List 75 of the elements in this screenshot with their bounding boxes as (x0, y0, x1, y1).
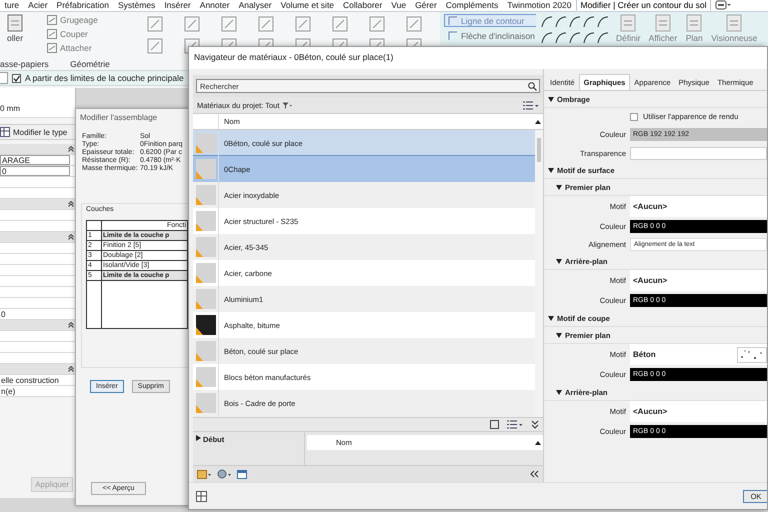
ribbon-tab[interactable]: Collaborer (338, 0, 387, 11)
collapse-arrow-icon[interactable] (556, 184, 562, 190)
property-value[interactable]: elle construction (0, 376, 59, 384)
expand-icon[interactable] (531, 420, 539, 429)
tool-icon (6, 14, 24, 32)
checkbox[interactable] (12, 74, 21, 82)
tool-button[interactable]: Couper (44, 28, 102, 40)
table-icon (0, 127, 10, 137)
collapse-icon (68, 201, 74, 207)
window-title: Navigateur de matériaux - 0Béton, coulé sur place(1) (189, 47, 767, 69)
group-label: Géométrie (70, 59, 110, 69)
ribbon-tab[interactable]: Twinmotion 2020 (502, 0, 576, 11)
checkbox-label: A partir des limites de la couche principale (25, 73, 184, 83)
group-label: asse-papiers (0, 59, 49, 69)
layout-icon[interactable] (196, 490, 207, 502)
add-material-icon[interactable] (217, 469, 231, 479)
collapse-arrow-icon[interactable] (548, 168, 554, 172)
collapse-arrow-icon[interactable] (556, 332, 562, 338)
ribbon-tab[interactable]: Vue (386, 0, 411, 11)
tool-button[interactable]: Attacher (44, 42, 102, 54)
field-value: 0 mm (0, 104, 20, 113)
tool-icon (46, 42, 58, 54)
collapse-arrow-icon[interactable] (548, 316, 554, 320)
check-icon (13, 74, 20, 82)
list-view-icon[interactable] (523, 100, 539, 110)
sort-ascending-icon (535, 120, 541, 124)
ribbon-tab[interactable]: Acier (24, 0, 52, 11)
panel-toggle-icon[interactable] (715, 0, 731, 10)
line-icon (448, 16, 458, 26)
sort-ascending-icon (535, 440, 541, 444)
tool-icon (46, 14, 58, 26)
collapse-arrow-icon[interactable] (548, 96, 554, 102)
property-value[interactable]: n(e) (0, 386, 16, 396)
property-value[interactable]: ARAGE (0, 155, 70, 165)
collapse-icon (68, 234, 74, 240)
collapse-panel-icon[interactable] (530, 470, 539, 478)
tool-toggle[interactable]: Flèche d'inclinaison (444, 29, 539, 42)
tool-button[interactable]: Grugeage (44, 14, 102, 26)
tool-icon (46, 28, 58, 40)
collapse-icon (68, 146, 74, 152)
collapse-icon (68, 366, 74, 372)
scrollbar-thumb[interactable] (537, 138, 541, 162)
ribbon-tab[interactable]: Insérer (160, 0, 196, 11)
line-icon (448, 30, 458, 40)
pattern-field[interactable]: <Aucun> (630, 270, 767, 291)
input-field (0, 72, 8, 84)
tool-button[interactable]: oller (4, 14, 26, 43)
list-view-icon[interactable] (507, 420, 523, 429)
checkbox[interactable] (630, 112, 638, 120)
ribbon-tab[interactable]: Préfabrication (52, 0, 114, 11)
collapse-arrow-icon[interactable] (556, 390, 562, 394)
expand-arrow-icon (196, 435, 201, 441)
ribbon-tab[interactable]: Gérer (410, 0, 442, 11)
property-value[interactable]: 0 (0, 310, 6, 318)
edit-type-button[interactable]: Modifier le type (0, 124, 75, 140)
ribbon-tab[interactable]: Systèmes (113, 0, 160, 11)
pattern-field[interactable]: <Aucun> (630, 401, 767, 422)
dialog-title: Modifier l'assemblage (80, 112, 158, 124)
ribbon-tab[interactable]: Compléments (441, 0, 503, 11)
collapse-arrow-icon[interactable] (556, 258, 562, 264)
panel-icon[interactable] (490, 420, 499, 429)
ribbon-tab[interactable]: Analyser (234, 0, 276, 11)
pattern-field[interactable]: Béton (630, 344, 767, 365)
pattern-field[interactable]: <Aucun> (630, 196, 767, 217)
ribbon-tab[interactable]: Annoter (195, 0, 234, 11)
ribbon-tab[interactable]: ture (0, 0, 24, 11)
ribbon-tab[interactable]: Volume et site (276, 0, 339, 11)
search-icon[interactable] (528, 82, 537, 90)
collapse-icon (68, 322, 74, 328)
editor-window-icon[interactable] (237, 470, 247, 478)
filter-icon (282, 102, 292, 108)
ribbon-tab[interactable]: Modifier | Créer un contour du sol (576, 0, 711, 11)
library-folder-icon[interactable] (197, 469, 211, 479)
input-field[interactable] (630, 146, 767, 160)
property-value[interactable]: 0 (0, 166, 70, 176)
